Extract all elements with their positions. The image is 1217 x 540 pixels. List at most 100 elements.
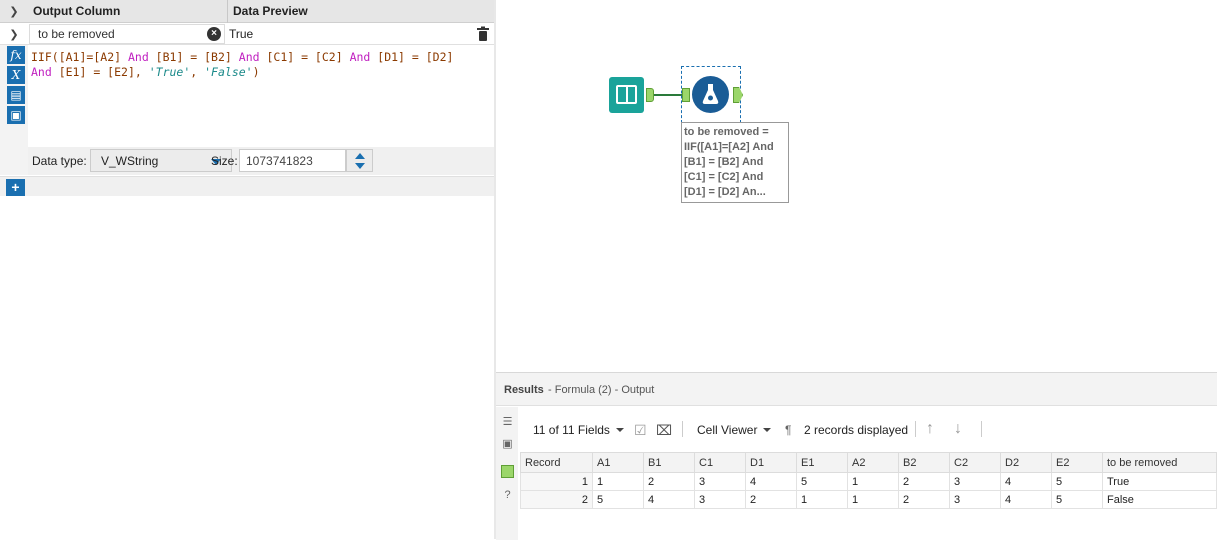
input-data-tool[interactable] [609, 77, 644, 113]
toolbar-separator [981, 421, 982, 437]
column-header[interactable]: D1 [745, 452, 797, 473]
formula-config-panel: ❯ Output Column Data Preview ❯ to be rem… [0, 0, 494, 539]
table-cell[interactable]: 2 [898, 472, 950, 491]
record-cell[interactable]: 1 [520, 472, 593, 491]
data-anchor-icon[interactable] [501, 465, 514, 478]
results-toolbar: 11 of 11 Fields ☑ ⌧ Cell Viewer ¶ 2 reco… [520, 407, 1217, 451]
data-type-value: V_WString [101, 154, 159, 168]
stepper-up-icon[interactable] [355, 153, 365, 159]
expression-editor[interactable]: IIF([A1]=[A2] And [B1] = [B2] And [C1] =… [31, 50, 481, 80]
collapse-row-chevron-icon[interactable]: ❯ [0, 23, 28, 45]
fields-selector[interactable]: 11 of 11 Fields [533, 423, 624, 437]
book-icon [616, 85, 637, 104]
expression-token: And [31, 65, 59, 79]
workflow-canvas[interactable]: to be removed = IIF([A1]=[A2] And [B1] =… [496, 0, 1217, 372]
cell-viewer-selector[interactable]: Cell Viewer [697, 423, 772, 437]
column-header[interactable]: Record [520, 452, 593, 473]
list-icon[interactable]: ☰ [501, 415, 514, 428]
column-header[interactable]: E2 [1051, 452, 1103, 473]
column-header[interactable]: E1 [796, 452, 848, 473]
table-row[interactable]: 2 5 4 3 2 1 1 2 3 4 5 False [520, 490, 1217, 509]
results-subtitle: - Formula (2) - Output [548, 384, 655, 396]
table-cell[interactable]: 3 [694, 490, 746, 509]
variables-x-icon[interactable]: X [7, 66, 25, 84]
expression-token: [C1] = [C2] [266, 50, 343, 64]
caret-down-icon [615, 428, 624, 432]
arrow-down-icon[interactable]: ↓ [954, 420, 962, 438]
table-cell[interactable]: 3 [949, 472, 1001, 491]
table-cell[interactable]: 4 [1000, 490, 1052, 509]
table-cell[interactable]: 2 [745, 490, 797, 509]
input-output-anchor[interactable] [646, 88, 654, 102]
open-folder-icon[interactable]: ▤ [7, 86, 25, 104]
expression-token: 'True' [148, 65, 191, 79]
output-column-input[interactable]: to be removed [29, 24, 225, 44]
help-icon[interactable]: ? [501, 489, 514, 502]
records-count: 2 records displayed [804, 423, 909, 437]
results-title-bar: Results - Formula (2) - Output [496, 373, 1217, 406]
table-cell[interactable]: 1 [796, 490, 848, 509]
formula-tool[interactable] [692, 76, 729, 113]
column-header[interactable]: D2 [1000, 452, 1052, 473]
expression-token: 'False' [204, 65, 253, 79]
table-cell[interactable]: 4 [745, 472, 797, 491]
results-table[interactable]: Record A1 B1 C1 D1 E1 A2 B2 C2 D2 E2 to be removed … [520, 452, 1217, 509]
toolbar-separator [682, 421, 683, 437]
expression-token: IIF( [31, 50, 59, 64]
table-body: 1 1 2 3 4 5 1 2 3 4 5 True 2 5 4 3 2 1 1 2 3 4 5 False [520, 472, 1217, 509]
checkbox-icon[interactable]: ☑ [634, 422, 647, 439]
formula-output-anchor[interactable] [733, 87, 743, 103]
table-cell[interactable]: False [1102, 490, 1217, 509]
column-header[interactable]: C2 [949, 452, 1001, 473]
clear-icon[interactable]: × [207, 27, 221, 41]
table-cell[interactable]: 5 [796, 472, 848, 491]
table-cell[interactable]: 1 [847, 472, 899, 491]
size-input[interactable]: 1073741823 [239, 149, 346, 172]
table-cell[interactable]: 2 [898, 490, 950, 509]
expression-token: [B1] = [B2] [155, 50, 232, 64]
table-cell[interactable]: 1 [592, 472, 644, 491]
record-cell[interactable]: 2 [520, 490, 593, 509]
expression-toolbar: fx X ▤ ▣ [7, 46, 25, 126]
save-disk-icon[interactable]: ▣ [7, 106, 25, 124]
formula-row: ❯ to be removed × True [0, 23, 494, 45]
output-column-header: Output Column [33, 4, 121, 18]
size-label: Size: [211, 154, 238, 168]
column-header[interactable]: to be removed [1102, 452, 1217, 473]
data-type-label: Data type: [32, 154, 87, 168]
table-cell[interactable]: 4 [1000, 472, 1052, 491]
expression-token: , [190, 65, 205, 79]
table-cell[interactable]: 3 [694, 472, 746, 491]
expression-token: And [342, 50, 378, 64]
column-header[interactable]: A2 [847, 452, 899, 473]
table-cell[interactable]: 5 [1051, 472, 1103, 491]
function-fx-icon[interactable]: fx [7, 46, 25, 64]
expression-token: ) [252, 65, 260, 79]
table-icon[interactable]: ▣ [501, 437, 514, 450]
delete-trash-icon[interactable] [475, 26, 491, 42]
add-formula-plus-icon[interactable]: + [6, 179, 25, 196]
table-cell[interactable]: 5 [1051, 490, 1103, 509]
table-cell[interactable]: 1 [847, 490, 899, 509]
collapse-all-chevron-icon[interactable]: ❯ [0, 0, 28, 23]
data-preview-value: True [229, 27, 254, 41]
pilcrow-icon[interactable]: ¶ [785, 423, 791, 437]
column-header[interactable]: B2 [898, 452, 950, 473]
column-header[interactable]: A1 [592, 452, 644, 473]
expression-token: [A1] [58, 50, 87, 64]
deselect-icon[interactable]: ⌧ [656, 422, 672, 439]
column-header[interactable]: B1 [643, 452, 695, 473]
arrow-up-icon[interactable]: ↑ [926, 420, 934, 438]
size-stepper[interactable] [346, 149, 373, 172]
table-cell[interactable]: 3 [949, 490, 1001, 509]
config-header: ❯ Output Column Data Preview [0, 0, 494, 23]
table-cell[interactable]: 2 [643, 472, 695, 491]
table-cell[interactable]: 5 [592, 490, 644, 509]
table-cell[interactable]: 4 [643, 490, 695, 509]
connection-line[interactable] [654, 94, 682, 96]
table-cell[interactable]: True [1102, 472, 1217, 491]
column-header[interactable]: C1 [694, 452, 746, 473]
table-row[interactable]: 1 1 2 3 4 5 1 2 3 4 5 True [520, 472, 1217, 491]
data-preview-header: Data Preview [233, 4, 308, 18]
stepper-down-icon[interactable] [355, 163, 365, 169]
